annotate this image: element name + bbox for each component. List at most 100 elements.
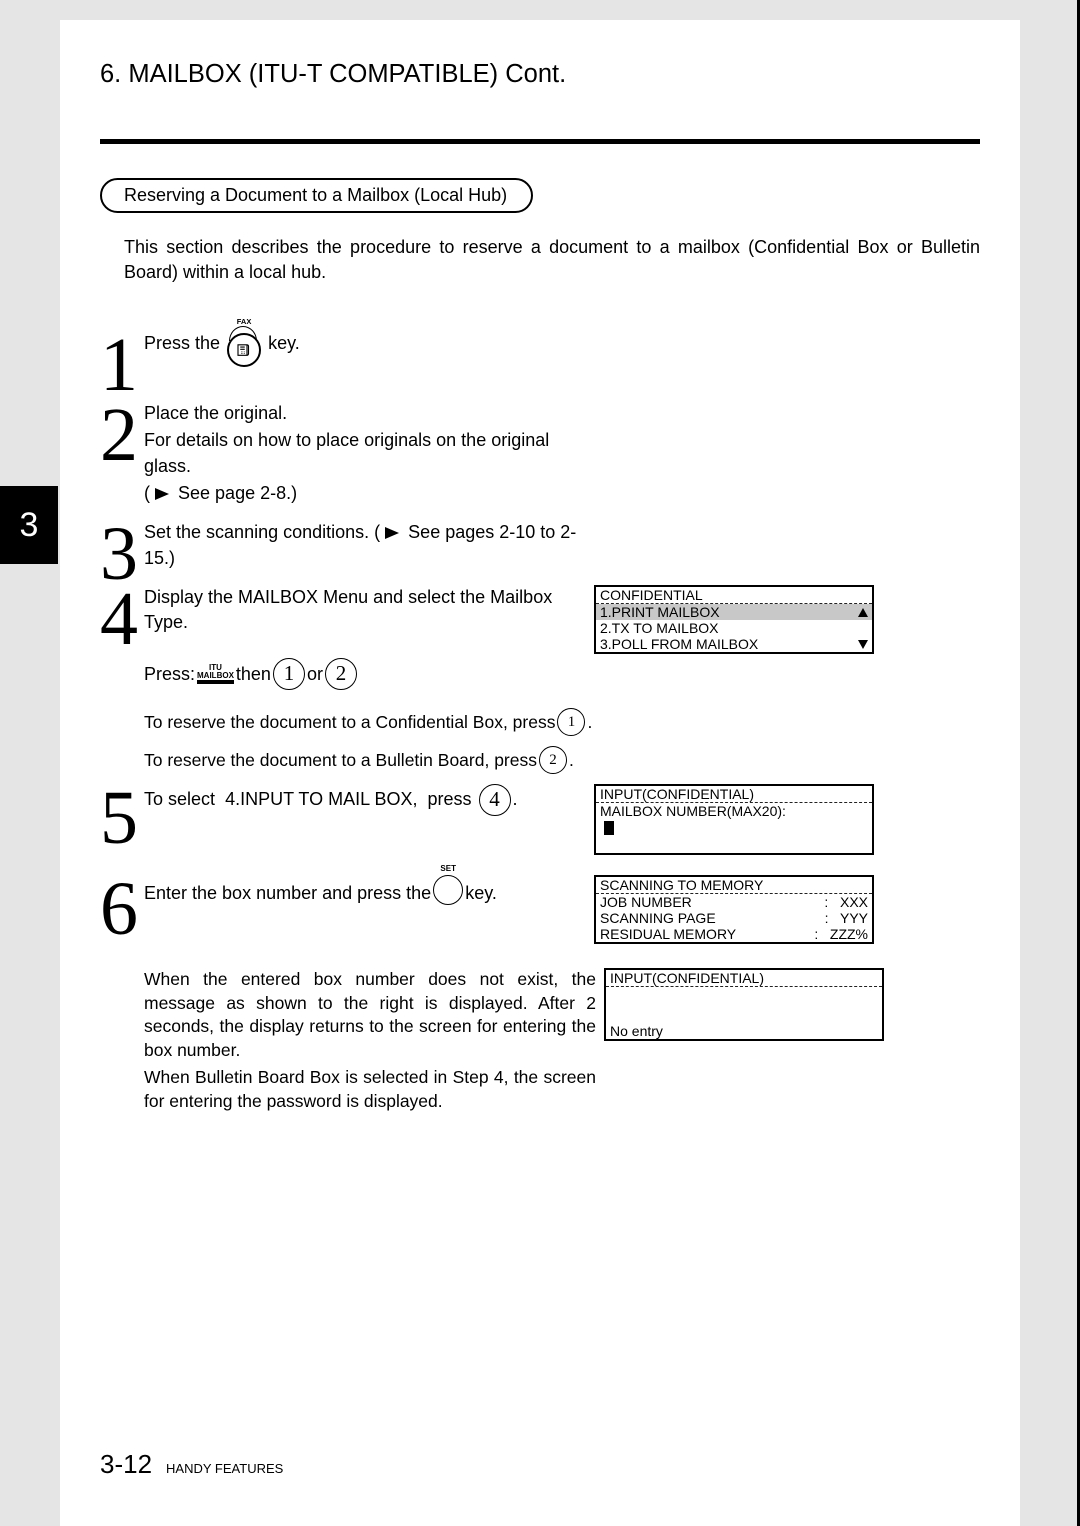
- display-title: INPUT(CONFIDENTIAL): [600, 786, 754, 802]
- set-key-icon: SET: [433, 875, 463, 913]
- key-2-icon: 2: [539, 746, 567, 774]
- text: To select: [144, 787, 215, 813]
- display-row-1: JOB NUMBER : XXX: [596, 894, 872, 910]
- text: then: [236, 660, 271, 689]
- chapter-tab: 3: [0, 486, 58, 564]
- text: When Bulletin Board Box is selected in S…: [144, 1067, 596, 1111]
- display-title-row: INPUT(CONFIDENTIAL): [596, 786, 872, 803]
- sub-line-2: To reserve the document to a Bulletin Bo…: [144, 746, 980, 774]
- step-4-row: 4 Display the MAILBOX Menu and select th…: [100, 585, 980, 654]
- display-empty: [596, 837, 872, 853]
- text: 3.POLL FROM MAILBOX: [600, 636, 758, 652]
- cursor-icon: [604, 821, 614, 835]
- display-error: INPUT(CONFIDENTIAL) No entry: [604, 968, 884, 1041]
- fax-key-icon: FAX: [227, 333, 261, 367]
- key-4-icon: 4: [479, 784, 511, 816]
- up-arrow-icon: [858, 604, 868, 620]
- key-1-icon: 1: [557, 708, 585, 736]
- text: 4.INPUT TO MAIL BOX,: [225, 787, 417, 813]
- display-title-row: INPUT(CONFIDENTIAL): [606, 970, 882, 987]
- step-number: 2: [100, 409, 144, 462]
- display-4: CONFIDENTIAL 1.PRINT MAILBOX 2.TX TO MAI…: [590, 585, 874, 654]
- lcd-display: INPUT(CONFIDENTIAL) No entry: [604, 968, 884, 1041]
- steps: 1 Press the FAX key.: [100, 331, 980, 1113]
- footer: 3-12 HANDY FEATURES: [100, 1449, 283, 1480]
- down-arrow-icon: [858, 636, 868, 652]
- press-line: Press: ITU MAILBOX then 1 or 2: [144, 658, 980, 690]
- text: or: [307, 660, 323, 689]
- display-title-row: SCANNING TO MEMORY: [596, 877, 872, 894]
- lcd-display: CONFIDENTIAL 1.PRINT MAILBOX 2.TX TO MAI…: [594, 585, 874, 654]
- text: key.: [465, 881, 497, 907]
- step-2: 2 Place the original. For details on how…: [100, 401, 980, 508]
- display-line-1: MAILBOX NUMBER(MAX20):: [596, 803, 872, 819]
- mb-key-mid: MAILBOX: [197, 672, 234, 684]
- text: ( See page 2-8.): [144, 481, 596, 508]
- display-empty: [606, 987, 882, 1005]
- step-number: 3: [100, 528, 144, 581]
- body: Reserving a Document to a Mailbox (Local…: [60, 99, 1020, 1154]
- step-number: 1: [100, 339, 144, 392]
- step-number: 4: [100, 593, 144, 646]
- section-pill: Reserving a Document to a Mailbox (Local…: [100, 178, 533, 213]
- step-number: 5: [100, 792, 144, 845]
- set-key-circle: [433, 875, 463, 905]
- display-line-2: No entry: [606, 1023, 882, 1039]
- display-cursor-row: [596, 819, 872, 837]
- note-row: When the entered box number does not exi…: [100, 968, 980, 1114]
- page: 3 6. MAILBOX (ITU-T COMPATIBLE) Cont. Re…: [0, 0, 1080, 1526]
- text: key.: [268, 333, 300, 353]
- step-body: Press the FAX key.: [144, 331, 300, 367]
- value: : ZZZ%: [814, 926, 868, 942]
- display-row-3: RESIDUAL MEMORY : ZZZ%: [596, 926, 872, 942]
- text: See page 2-8.): [178, 483, 297, 503]
- text: MAILBOX NUMBER(MAX20):: [600, 803, 786, 819]
- page-number: 3-12: [100, 1449, 152, 1480]
- display-5: INPUT(CONFIDENTIAL) MAILBOX NUMBER(MAX20…: [590, 784, 874, 855]
- display-title-row: CONFIDENTIAL: [596, 587, 872, 604]
- text: press: [427, 787, 471, 813]
- display-line-2: 2.TX TO MAILBOX: [596, 620, 872, 636]
- display-title: INPUT(CONFIDENTIAL): [610, 970, 764, 986]
- display-line-1: 1.PRINT MAILBOX: [596, 604, 872, 620]
- value: : YYY: [825, 910, 868, 926]
- display-title: CONFIDENTIAL: [600, 587, 703, 603]
- text: To reserve the document to a Confidentia…: [144, 708, 555, 736]
- display-row-2: SCANNING PAGE : YYY: [596, 910, 872, 926]
- note-1: When the entered box number does not exi…: [144, 968, 604, 1114]
- step-5-row: 5 To select 4.INPUT TO MAIL BOX, press 4…: [100, 784, 980, 855]
- content-area: 6. MAILBOX (ITU-T COMPATIBLE) Cont. Rese…: [60, 20, 1020, 1526]
- label: SCANNING PAGE: [600, 910, 716, 926]
- text: Press the: [144, 333, 225, 353]
- text: 2.TX TO MAILBOX: [600, 620, 719, 636]
- text: .: [513, 787, 518, 813]
- step-3: 3 Set the scanning conditions. ( See pag…: [100, 520, 980, 573]
- text: To reserve the document to a Bulletin Bo…: [144, 746, 537, 774]
- key-1-icon: 1: [273, 658, 305, 690]
- intro-text: This section describes the procedure to …: [124, 235, 980, 285]
- text: Display the MAILBOX Menu and select the …: [144, 585, 590, 636]
- step-4: 4 Display the MAILBOX Menu and select th…: [100, 585, 590, 638]
- label: RESIDUAL MEMORY: [600, 926, 736, 942]
- step-6: 6 Enter the box number and press the SET…: [100, 875, 590, 928]
- lcd-display: INPUT(CONFIDENTIAL) MAILBOX NUMBER(MAX20…: [594, 784, 874, 855]
- step-number: 6: [100, 883, 144, 936]
- set-key-label: SET: [440, 863, 456, 874]
- mailbox-key-icon: ITU MAILBOX: [197, 664, 234, 684]
- display-empty: [606, 1005, 882, 1023]
- chapter-number: 3: [20, 506, 39, 545]
- text: Set the scanning conditions. (: [144, 522, 385, 542]
- step-6-row: 6 Enter the box number and press the SET…: [100, 875, 980, 944]
- display-title: SCANNING TO MEMORY: [600, 877, 763, 893]
- step-1: 1 Press the FAX key.: [100, 331, 980, 384]
- display-6: SCANNING TO MEMORY JOB NUMBER : XXX SCAN…: [590, 875, 874, 944]
- key-2-icon: 2: [325, 658, 357, 690]
- see-arrow-icon: [155, 482, 169, 508]
- step-4-keys: Press: ITU MAILBOX then 1 or 2 To reserv…: [144, 658, 980, 774]
- step-body: Enter the box number and press the SET k…: [144, 875, 497, 913]
- step-body: Set the scanning conditions. ( See pages…: [144, 520, 596, 572]
- fax-key-arc: [229, 326, 257, 341]
- value: : XXX: [824, 894, 868, 910]
- label: JOB NUMBER: [600, 894, 692, 910]
- step-5: 5 To select 4.INPUT TO MAIL BOX, press 4…: [100, 784, 590, 837]
